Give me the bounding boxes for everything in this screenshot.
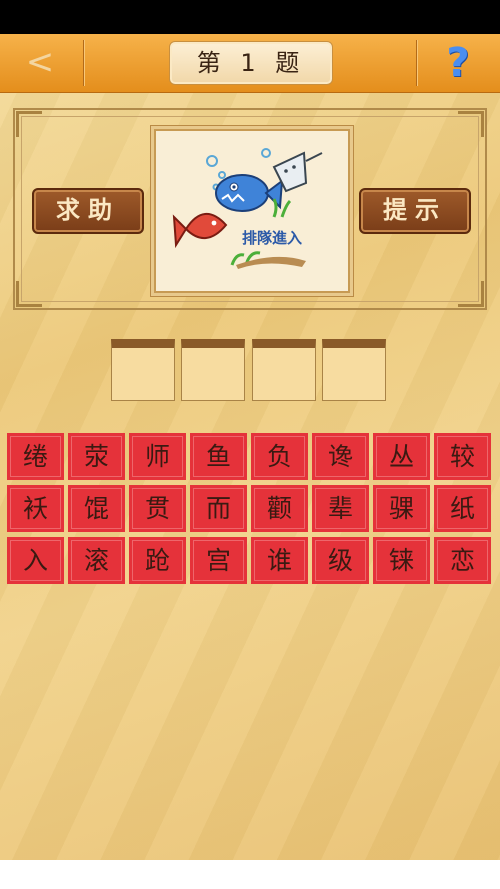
character-tile[interactable]: 恋 xyxy=(434,537,491,584)
character-tile[interactable]: 纸 xyxy=(434,485,491,532)
character-tile[interactable]: 馄 xyxy=(68,485,125,532)
character-tile[interactable]: 滚 xyxy=(68,537,125,584)
back-button[interactable]: < xyxy=(12,42,68,84)
character-tile[interactable]: 而 xyxy=(190,485,247,532)
character-tile[interactable]: 骒 xyxy=(373,485,430,532)
character-tile[interactable]: 袄 xyxy=(7,485,64,532)
character-tile[interactable]: 鱼 xyxy=(190,433,247,480)
hint-button[interactable]: 提示 xyxy=(359,188,471,234)
character-tile[interactable]: 绻 xyxy=(7,433,64,480)
answer-slot[interactable] xyxy=(322,339,386,401)
status-bar xyxy=(0,0,500,34)
frame-corner xyxy=(16,111,42,137)
puzzle-illustration xyxy=(172,148,323,269)
character-tile[interactable]: 师 xyxy=(129,433,186,480)
character-tile[interactable]: 入 xyxy=(7,537,64,584)
level-title: 第 1 题 xyxy=(169,41,333,85)
sand-icon xyxy=(236,256,306,269)
top-bar: < 第 1 题 ? xyxy=(0,34,500,93)
answer-slot[interactable] xyxy=(181,339,245,401)
blue-fish-icon xyxy=(215,174,284,212)
nav-divider xyxy=(83,40,84,86)
character-grid: 绻 荥 师 鱼 负 谗 丛 较 袄 馄 贯 而 颧 辈 骒 纸 入 滚 跄 宫 … xyxy=(7,433,493,585)
character-tile[interactable]: 丛 xyxy=(373,433,430,480)
character-tile[interactable]: 颧 xyxy=(251,485,308,532)
character-tile[interactable]: 荥 xyxy=(68,433,125,480)
nav-divider xyxy=(416,40,417,86)
puzzle-caption: 排隊進入 xyxy=(242,230,303,247)
puzzle-image: 排隊進入 xyxy=(154,129,350,293)
question-mark-icon[interactable]: ? xyxy=(438,40,478,86)
character-tile[interactable]: 谁 xyxy=(251,537,308,584)
frame-corner xyxy=(458,281,484,307)
character-tile[interactable]: 贯 xyxy=(129,485,186,532)
character-tile[interactable]: 辈 xyxy=(312,485,369,532)
game-screen: < 第 1 题 ? 求助 提示 排隊進入 绻 荥 师 鱼 负 谗 丛 较 袄 馄… xyxy=(0,34,500,860)
character-tile[interactable]: 谗 xyxy=(312,433,369,480)
frame-corner xyxy=(458,111,484,137)
character-tile[interactable]: 较 xyxy=(434,433,491,480)
character-tile[interactable]: 宫 xyxy=(190,537,247,584)
answer-slot[interactable] xyxy=(111,339,175,401)
character-tile[interactable]: 负 xyxy=(251,433,308,480)
character-tile[interactable]: 铼 xyxy=(373,537,430,584)
character-tile[interactable]: 级 xyxy=(312,537,369,584)
red-fish-icon xyxy=(172,213,228,249)
character-tile[interactable]: 跄 xyxy=(129,537,186,584)
answer-slot[interactable] xyxy=(252,339,316,401)
system-nav-bar xyxy=(0,860,500,889)
frame-corner xyxy=(16,281,42,307)
ask-help-button[interactable]: 求助 xyxy=(32,188,144,234)
